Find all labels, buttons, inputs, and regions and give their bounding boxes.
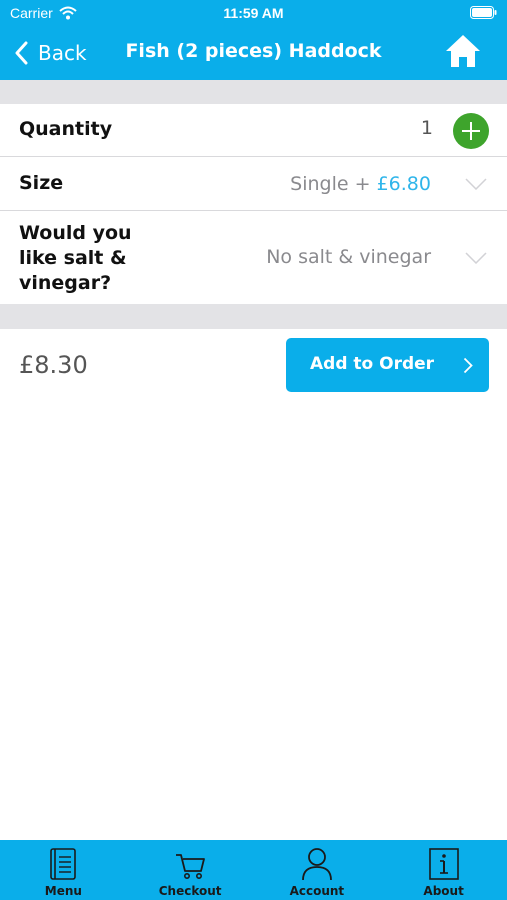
chevron-down-icon xyxy=(465,178,487,190)
salt-vinegar-label-line: vinegar? xyxy=(19,272,112,294)
back-label: Back xyxy=(38,41,87,65)
tab-about[interactable]: About xyxy=(380,840,507,900)
section-separator xyxy=(0,80,507,104)
menu-book-icon xyxy=(50,848,77,880)
status-bar: Carrier 11:59 AM xyxy=(0,0,507,28)
home-icon[interactable] xyxy=(445,34,481,68)
tab-bar: Menu Checkout Account About xyxy=(0,840,507,900)
tab-about-label: About xyxy=(423,884,464,898)
quantity-label: Quantity xyxy=(19,118,113,140)
page-title: Fish (2 pieces) Haddock xyxy=(125,40,382,62)
size-label: Size xyxy=(19,172,64,194)
quantity-row: Quantity 1 xyxy=(0,104,507,157)
salt-vinegar-select[interactable]: No salt & vinegar xyxy=(266,246,431,268)
salt-vinegar-row[interactable]: Would you like salt & vinegar? No salt &… xyxy=(0,211,507,304)
tab-checkout[interactable]: Checkout xyxy=(127,840,254,900)
size-price: £6.80 xyxy=(376,173,431,195)
section-separator xyxy=(0,304,507,329)
navigation-header: Carrier 11:59 AM Back Fish (2 pieces) Ha… xyxy=(0,0,507,80)
salt-vinegar-label: Would you like salt & vinegar? xyxy=(19,221,132,296)
tab-account-label: Account xyxy=(289,884,345,898)
add-to-order-label: Add to Order xyxy=(310,354,435,374)
size-value: Single + xyxy=(290,173,377,195)
status-time: 11:59 AM xyxy=(223,5,284,21)
back-button[interactable]: Back xyxy=(14,38,87,68)
battery-icon xyxy=(470,6,497,19)
info-icon xyxy=(428,848,459,880)
add-to-order-button[interactable]: Add to Order xyxy=(286,338,489,392)
salt-vinegar-label-line: Would you xyxy=(19,222,132,244)
chevron-left-icon xyxy=(15,41,28,65)
total-price: £8.30 xyxy=(19,351,88,379)
chevron-right-icon xyxy=(463,357,473,374)
size-select[interactable]: Single + £6.80 xyxy=(290,173,431,195)
person-icon xyxy=(301,848,332,881)
tab-menu-label: Menu xyxy=(44,884,82,898)
chevron-down-icon xyxy=(465,252,487,264)
tab-checkout-label: Checkout xyxy=(158,884,222,898)
increase-quantity-button[interactable] xyxy=(453,113,489,149)
size-row[interactable]: Size Single + £6.80 xyxy=(0,157,507,211)
tab-menu[interactable]: Menu xyxy=(0,840,127,900)
quantity-value: 1 xyxy=(420,117,433,139)
tab-account[interactable]: Account xyxy=(254,840,381,900)
cart-icon xyxy=(176,854,206,879)
salt-vinegar-label-line: like salt & xyxy=(19,247,127,269)
order-summary: £8.30 Add to Order xyxy=(0,329,507,403)
